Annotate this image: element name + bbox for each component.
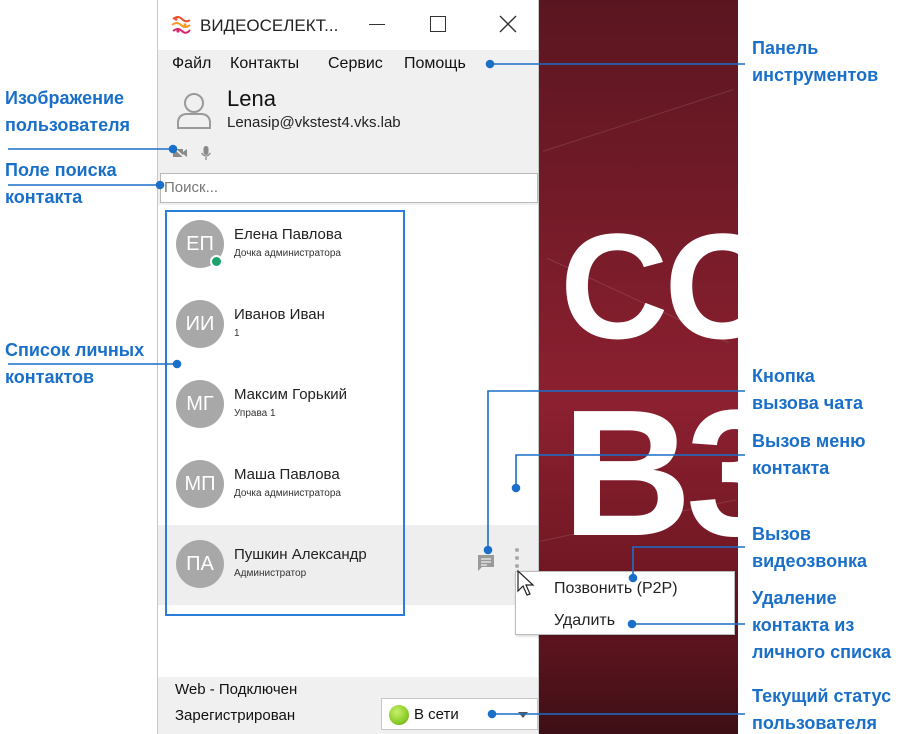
title-bar[interactable]: ВИДЕОСЕЛЕКТ...	[158, 0, 538, 50]
menu-file[interactable]: Файл	[172, 55, 211, 73]
user-sip-address: Lenasip@vkstest4.vks.lab	[227, 114, 401, 131]
callout-delete-contact: Удаление контакта из личного списка	[752, 585, 891, 666]
callout-video-call: Вызов видеозвонка	[752, 521, 867, 575]
callout-current-status: Текущий статус пользователя	[752, 683, 891, 734]
callout-line: Вызов	[752, 524, 811, 544]
bg-text-top: CO	[560, 202, 738, 370]
callout-line: инструментов	[752, 65, 879, 85]
contact-list-highlight-frame	[165, 210, 405, 616]
user-avatar-icon[interactable]	[175, 90, 213, 130]
user-name: Lena	[227, 86, 276, 111]
presence-status-dropdown[interactable]: В сети	[381, 698, 538, 730]
chevron-down-icon	[518, 712, 528, 718]
callout-line: Кнопка	[752, 366, 815, 386]
bg-text-bottom: B3	[562, 373, 738, 574]
menu-bar: Файл Контакты Сервис Помощь	[158, 50, 538, 78]
callout-line: видеозвонка	[752, 551, 867, 571]
callout-toolbar: Панель инструментов	[752, 35, 878, 89]
contact-search-input[interactable]: Поиск...	[160, 173, 538, 203]
bg-line	[542, 89, 734, 152]
callout-line: контакта	[752, 458, 830, 478]
callout-search: Поле поиска контакта	[5, 157, 117, 211]
callout-line: Панель	[752, 38, 819, 58]
web-connection-status: Web - Подключен	[175, 681, 298, 698]
menu-contacts[interactable]: Контакты	[230, 55, 299, 73]
callout-line: Поле поиска	[5, 160, 117, 180]
callout-line: Удаление	[752, 588, 837, 608]
screenshot-stage: CO B3 ВИДЕОСЕЛЕКТ... Файл Контакты Серви…	[0, 0, 904, 734]
callout-line: контакта	[5, 187, 83, 207]
callout-line: Изображение	[5, 88, 125, 108]
callout-line: Текущий статус	[752, 686, 892, 706]
online-status-icon	[389, 705, 409, 725]
close-icon[interactable]	[496, 12, 520, 36]
callout-line: личного списка	[752, 642, 892, 662]
callout-line: контакта из	[752, 615, 855, 635]
callout-line: вызова чата	[752, 393, 864, 413]
status-bar: Web - Подключен Зарегистрирован В сети	[158, 677, 538, 734]
presence-status-label: В сети	[414, 706, 459, 723]
maximize-button[interactable]	[426, 12, 450, 36]
search-placeholder: Поиск...	[164, 179, 219, 196]
menu-help[interactable]: Помощь	[404, 55, 466, 73]
registration-status: Зарегистрирован	[175, 707, 296, 724]
callout-line: Список личных	[5, 340, 145, 360]
microphone-icon[interactable]	[200, 145, 212, 161]
contact-context-menu: Позвонить (P2P) Удалить	[515, 571, 735, 635]
callout-contact-list: Список личных контактов	[5, 337, 144, 391]
callout-avatar: Изображение пользователя	[5, 85, 130, 139]
delete-contact-menu-item[interactable]: Удалить	[554, 612, 615, 630]
callout-line: пользователя	[752, 713, 878, 733]
app-logo-icon	[171, 16, 191, 34]
callout-line: контактов	[5, 367, 95, 387]
chat-icon[interactable]	[477, 554, 495, 572]
minimize-button[interactable]	[366, 12, 390, 36]
menu-service[interactable]: Сервис	[328, 55, 383, 73]
user-header: Lena Lenasip@vkstest4.vks.lab	[158, 78, 538, 172]
mouse-cursor-icon	[517, 569, 535, 596]
call-p2p-menu-item[interactable]: Позвонить (P2P)	[554, 580, 678, 598]
camera-off-icon[interactable]	[172, 146, 188, 160]
callout-line: Вызов меню	[752, 431, 866, 451]
callout-line: пользователя	[5, 115, 131, 135]
window-title: ВИДЕОСЕЛЕКТ...	[200, 16, 339, 35]
callout-contact-menu: Вызов меню контакта	[752, 428, 866, 482]
callout-chat-button: Кнопка вызова чата	[752, 363, 863, 417]
